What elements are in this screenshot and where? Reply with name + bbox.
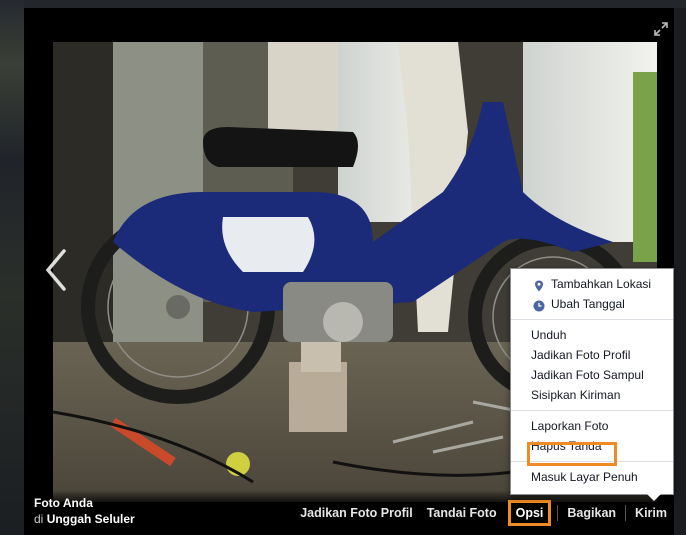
action-divider <box>557 505 559 521</box>
menu-item-enter-fullscreen[interactable]: Masuk Layar Penuh <box>511 467 673 487</box>
menu-item-make-profile-photo[interactable]: Jadikan Foto Profil <box>511 345 673 365</box>
map-pin-icon <box>533 278 545 292</box>
previous-photo-button[interactable] <box>42 248 72 292</box>
make-profile-photo-button[interactable]: Jadikan Foto Profil <box>293 506 420 520</box>
menu-divider <box>511 410 673 411</box>
menu-item-make-cover-photo[interactable]: Jadikan Foto Sampul <box>511 365 673 385</box>
options-menu: Tambahkan Lokasi Ubah Tanggal Unduh Jadi… <box>510 268 674 501</box>
album-link[interactable]: Unggah Seluler <box>47 512 135 526</box>
photo-album-line: di Unggah Seluler <box>34 511 135 527</box>
menu-item-remove-tag[interactable]: Hapus Tanda <box>511 436 673 456</box>
menu-item-report-photo[interactable]: Laporkan Foto <box>511 416 673 436</box>
menu-divider <box>511 461 673 462</box>
action-divider <box>625 505 627 521</box>
share-button[interactable]: Bagikan <box>560 506 623 520</box>
photo-owner-title[interactable]: Foto Anda <box>34 495 135 511</box>
menu-label: Tambahkan Lokasi <box>551 277 652 291</box>
menu-item-embed-post[interactable]: Sisipkan Kiriman <box>511 385 673 405</box>
chevron-left-icon <box>45 249 66 291</box>
menu-item-add-location[interactable]: Tambahkan Lokasi <box>511 274 673 294</box>
album-prefix: di <box>34 512 44 526</box>
options-button[interactable]: Opsi <box>507 500 552 526</box>
menu-item-change-date[interactable]: Ubah Tanggal <box>511 294 673 314</box>
dimmed-page-strip <box>0 0 24 535</box>
send-button[interactable]: Kirim <box>628 506 674 520</box>
photo-owner-info: Foto Anda di Unggah Seluler <box>34 495 135 527</box>
expand-icon[interactable] <box>654 22 668 36</box>
menu-divider <box>511 319 673 320</box>
photo-action-bar: Foto Anda di Unggah Seluler Jadikan Foto… <box>24 490 674 535</box>
menu-caret <box>647 494 661 501</box>
clock-icon <box>533 298 545 312</box>
menu-label: Ubah Tanggal <box>551 297 625 311</box>
tag-photo-button[interactable]: Tandai Foto <box>420 506 504 520</box>
menu-item-download[interactable]: Unduh <box>511 325 673 345</box>
photo-actions: Jadikan Foto Profil Tandai Foto Opsi Bag… <box>293 498 674 528</box>
